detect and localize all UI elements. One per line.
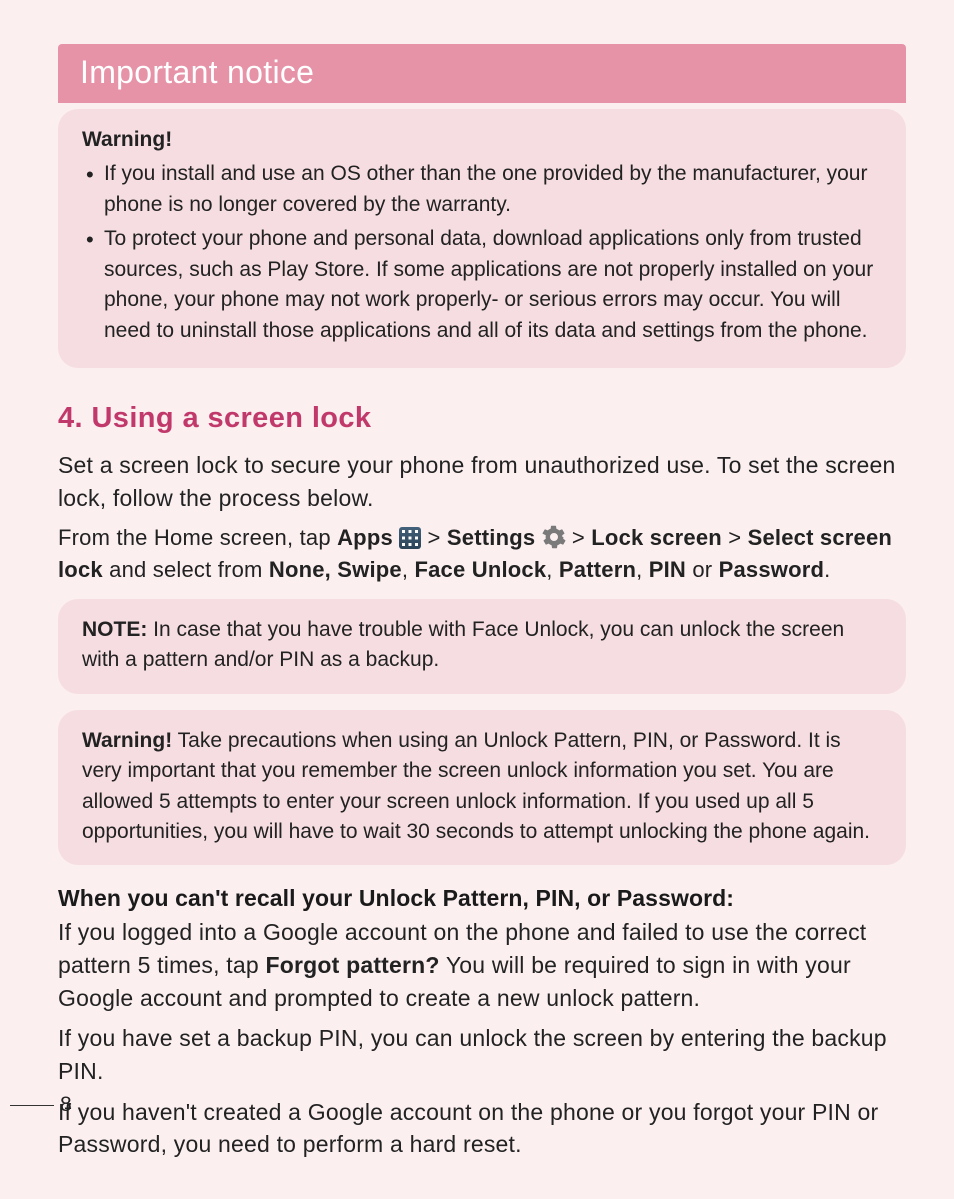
subheading: When you can't recall your Unlock Patter… bbox=[58, 885, 906, 912]
page-number: 8 bbox=[60, 1093, 72, 1117]
nav-sep: > bbox=[566, 525, 592, 550]
nav-opt: PIN bbox=[649, 557, 686, 582]
warning2-text: Take precautions when using an Unlock Pa… bbox=[82, 729, 870, 843]
page-number-wrap: 8 bbox=[10, 1093, 72, 1117]
warning-bullet: If you install and use an OS other than … bbox=[82, 159, 882, 220]
nav-sep: > bbox=[722, 525, 748, 550]
apps-icon bbox=[399, 527, 421, 549]
warning-heading: Warning! bbox=[82, 125, 882, 155]
intro-paragraph: Set a screen lock to secure your phone f… bbox=[58, 449, 906, 514]
nav-opt: Password bbox=[719, 557, 825, 582]
nav-apps: Apps bbox=[337, 525, 393, 550]
note-box: NOTE: In case that you have trouble with… bbox=[58, 599, 906, 694]
nav-opt: Face Unlock bbox=[414, 557, 546, 582]
nav-opt: Pattern bbox=[559, 557, 636, 582]
nav-or: or bbox=[686, 557, 719, 582]
nav-comma: , bbox=[402, 557, 415, 582]
warning-box-bottom: Warning! Take precautions when using an … bbox=[58, 710, 906, 866]
nav-prefix: From the Home screen, tap bbox=[58, 525, 337, 550]
forgot-paragraph-3: If you haven't created a Google account … bbox=[58, 1096, 906, 1161]
nav-comma: , bbox=[636, 557, 649, 582]
nav-settings: Settings bbox=[447, 525, 535, 550]
nav-lockscreen: Lock screen bbox=[591, 525, 722, 550]
note-label: NOTE: bbox=[82, 618, 147, 641]
section-heading: 4. Using a screen lock bbox=[58, 402, 906, 435]
warning2-label: Warning! bbox=[82, 729, 172, 752]
navigation-paragraph: From the Home screen, tap Apps > Setting… bbox=[58, 522, 906, 584]
nav-end: . bbox=[824, 557, 830, 582]
forgot-pattern-link: Forgot pattern? bbox=[265, 952, 439, 978]
note-text: In case that you have trouble with Face … bbox=[82, 618, 844, 671]
page-title-bar: Important notice bbox=[58, 44, 906, 103]
nav-sep: > bbox=[421, 525, 447, 550]
warning-box-top: Warning! If you install and use an OS ot… bbox=[58, 109, 906, 368]
settings-icon bbox=[542, 525, 566, 549]
nav-comma: , bbox=[546, 557, 559, 582]
forgot-paragraph-1: If you logged into a Google account on t… bbox=[58, 916, 906, 1014]
nav-middle: and select from bbox=[103, 557, 269, 582]
warning-bullet: To protect your phone and personal data,… bbox=[82, 224, 882, 346]
forgot-paragraph-2: If you have set a backup PIN, you can un… bbox=[58, 1022, 906, 1087]
nav-opt: None, Swipe bbox=[269, 557, 402, 582]
page-number-line bbox=[10, 1105, 54, 1106]
